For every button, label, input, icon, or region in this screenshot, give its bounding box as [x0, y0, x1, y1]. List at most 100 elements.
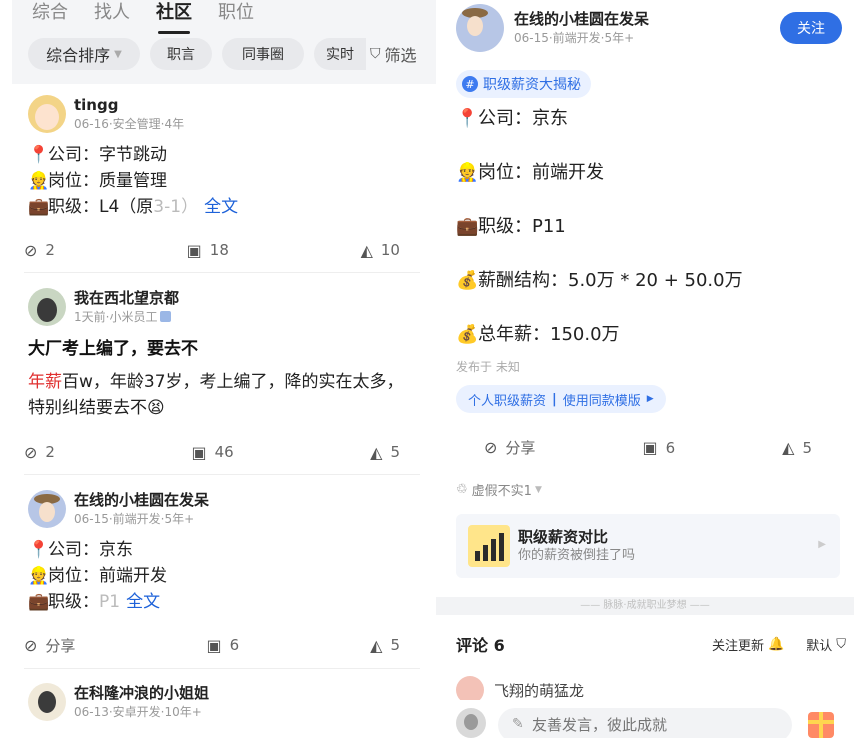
sort-dropdown[interactable]: 综合排序 ▼: [28, 38, 140, 70]
divider: [24, 474, 420, 475]
post-author[interactable]: 我在西北望京都 1天前·小米员工: [28, 288, 420, 326]
avatar[interactable]: [28, 683, 66, 721]
hashtag-icon: #: [462, 76, 478, 92]
feed-header: 综合 找人 社区 职位 综合排序 ▼ 职言 同事圈 实时 ⛉ 筛选: [12, 0, 436, 84]
briefcase-icon: 💼: [456, 216, 479, 237]
comment-icon: ▣: [191, 442, 207, 462]
post-meta: 06-15·前端开发·5年+: [514, 31, 635, 45]
location-pin-icon: 📍: [28, 540, 50, 560]
author-name: 我在西北望京都: [74, 289, 180, 307]
slogan: —— 脉脉·成就职业梦想 ——: [436, 597, 854, 615]
post-author[interactable]: 在线的小桂圆在发呆 06-15·前端开发·5年+: [456, 4, 649, 52]
sort-default-button[interactable]: 默认 ⛉: [806, 635, 846, 654]
comment-icon: ▣: [186, 240, 202, 260]
thumbs-button[interactable]: ◭ 5: [370, 443, 400, 462]
feed-post[interactable]: tingg 06-16·安全管理·4年 📍公司：字节跳动 👷岗位：质量管理 💼职…: [28, 95, 420, 220]
worker-icon: 👷: [28, 171, 50, 191]
feed-post[interactable]: 我在西北望京都 1天前·小米员工 大厂考上编了，要去不 年薪百w，年龄37岁，考…: [28, 288, 420, 421]
thumbs-button[interactable]: ◭ 5: [782, 437, 812, 458]
like-button[interactable]: ⊘ 2: [24, 241, 55, 260]
detail-line: 👷岗位：前端开发: [456, 162, 604, 183]
avatar[interactable]: [456, 4, 504, 52]
chevron-down-icon: ▼: [114, 48, 122, 60]
read-more-link[interactable]: 全文: [204, 197, 238, 217]
worker-icon: 👷: [456, 162, 479, 183]
like-icon: ⊘: [24, 240, 38, 260]
share-button[interactable]: ⊘ 分享: [484, 437, 535, 458]
salary-compare-card[interactable]: 职级薪资对比 你的薪资被倒挂了吗 ▶: [456, 514, 840, 578]
post-line: 💼职级：L4（原3-1） 全文: [28, 194, 420, 220]
bell-icon: 🔔: [768, 636, 785, 652]
template-left-label: 个人职级薪资: [468, 393, 547, 409]
tab-general[interactable]: 综合: [32, 0, 68, 30]
comment-button[interactable]: ▣ 6: [206, 636, 239, 655]
comment-button[interactable]: ▣ 46: [191, 443, 233, 462]
card-title: 职级薪资对比: [518, 528, 609, 546]
card-subtitle: 你的薪资被倒挂了吗: [518, 548, 636, 563]
topic-tag[interactable]: # 职级薪资大揭秘: [456, 70, 591, 98]
filter-button[interactable]: ⛉ 筛选: [370, 42, 417, 66]
commenter-name: 飞翔的萌猛龙: [494, 681, 585, 700]
author-name: 在线的小桂圆在发呆: [514, 10, 650, 28]
thumbs-up-icon: ◭: [782, 438, 795, 457]
post-meta: 06-15·前端开发·5年+: [74, 512, 195, 526]
share-icon: ⊘: [24, 635, 38, 655]
gift-icon[interactable]: [808, 712, 834, 738]
avatar[interactable]: [28, 288, 66, 326]
screen: 综合 找人 社区 职位 综合排序 ▼ 职言 同事圈 实时 ⛉ 筛选 tingg …: [0, 0, 854, 738]
thumbs-button[interactable]: ◭ 10: [361, 241, 400, 260]
post-actions: ⊘ 2 ▣ 18 ◭ 10: [24, 239, 400, 261]
post-meta: 06-13·安卓开发·10年+: [74, 705, 202, 719]
tab-jobs[interactable]: 职位: [218, 0, 254, 30]
divider: [24, 668, 420, 669]
play-arrow-icon: ▶: [646, 394, 654, 404]
follow-button[interactable]: 关注: [780, 12, 842, 44]
my-avatar: [456, 708, 486, 738]
detail-line: 💰薪酬结构：5.0万 * 20 + 50.0万: [456, 270, 743, 291]
post-author[interactable]: 在线的小桂圆在发呆 06-15·前端开发·5年+: [28, 490, 420, 528]
post-detail-panel: 在线的小桂圆在发呆 06-15·前端开发·5年+ 关注 # 职级薪资大揭秘 📍公…: [436, 0, 854, 738]
post-author[interactable]: 在科隆冲浪的小姐姐 06-13·安卓开发·10年+: [28, 683, 420, 721]
comment-button[interactable]: ▣ 6: [642, 437, 675, 458]
comment-button[interactable]: ▣ 18: [187, 241, 229, 260]
like-button[interactable]: ⊘ 2: [24, 443, 55, 462]
filter-icon: ⛉: [836, 636, 846, 652]
read-more-link[interactable]: 全文: [126, 592, 160, 612]
share-button[interactable]: ⊘ 分享: [24, 635, 75, 656]
worker-icon: 👷: [28, 566, 50, 586]
highlight-word: 年薪: [28, 372, 62, 392]
tab-community[interactable]: 社区: [156, 0, 192, 34]
avatar[interactable]: [28, 95, 66, 133]
detail-line: 💰总年薪：150.0万: [456, 324, 620, 345]
location-pin-icon: 📍: [28, 145, 50, 165]
report-dropdown[interactable]: ♲ 虚假不实1 ▼: [456, 480, 542, 499]
follow-updates-button[interactable]: 关注更新 🔔: [712, 635, 784, 654]
money-bag-icon: 💰: [456, 270, 479, 291]
detail-line: 📍公司：京东: [456, 108, 568, 129]
filter-icon: ⛉: [370, 46, 381, 62]
avatar[interactable]: [28, 490, 66, 528]
briefcase-icon: 💼: [28, 592, 50, 612]
feed-post[interactable]: 在线的小桂圆在发呆 06-15·前端开发·5年+ 📍公司：京东 👷岗位：前端开发…: [28, 490, 420, 615]
thumbs-button[interactable]: ◭ 5: [370, 636, 400, 655]
post-meta: 06-16·安全管理·4年: [74, 117, 185, 131]
post-line: 👷岗位：质量管理: [28, 168, 420, 194]
thumbs-up-icon: ◭: [370, 442, 383, 462]
post-line: 💼职级：P1 全文: [28, 589, 420, 615]
chip-workplace-talk[interactable]: 职言: [150, 38, 212, 70]
chip-colleagues[interactable]: 同事圈: [222, 38, 304, 70]
use-template-link[interactable]: 个人职级薪资 | 使用同款模版 ▶: [456, 385, 666, 413]
comment-input[interactable]: [498, 708, 792, 738]
money-bag-icon: 💰: [456, 324, 479, 345]
post-author[interactable]: tingg 06-16·安全管理·4年: [28, 95, 420, 133]
tab-people[interactable]: 找人: [94, 0, 130, 30]
pencil-icon: ✎: [512, 716, 524, 732]
feed-post[interactable]: 在科隆冲浪的小姐姐 06-13·安卓开发·10年+: [28, 683, 420, 721]
post-line: 👷岗位：前端开发: [28, 563, 420, 589]
comment-icon: ▣: [206, 635, 222, 655]
post-title: 大厂考上编了，要去不: [28, 339, 198, 359]
posted-location: 发布于 未知: [456, 360, 520, 374]
report-icon: ♲: [456, 482, 468, 497]
chip-realtime[interactable]: 实时: [314, 38, 366, 70]
author-name: tingg: [74, 96, 119, 114]
